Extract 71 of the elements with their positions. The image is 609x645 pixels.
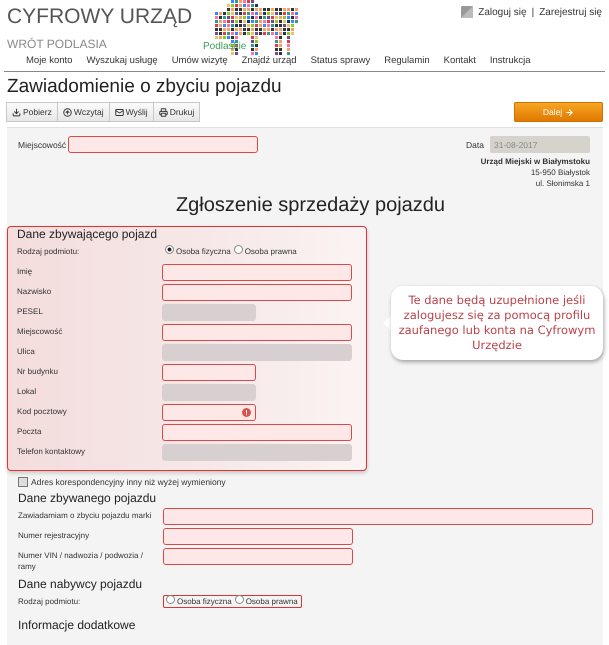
field-label: Lokal: [17, 386, 38, 398]
nav-link[interactable]: Wyszukaj usługę: [86, 55, 158, 68]
field-label: Imię: [17, 266, 34, 278]
field-label: Nr budynku: [17, 366, 59, 378]
section-title: Informacje dodatkowe: [18, 618, 136, 634]
office-address: Urząd Miejski w Białymstoku: [480, 157, 590, 166]
field-label: Rodzaj podmiotu:: [17, 246, 80, 258]
text-field[interactable]: [163, 528, 353, 545]
text-field[interactable]: [162, 424, 352, 441]
toolbar-button[interactable]: Wyślij: [108, 102, 154, 122]
field-label: Poczta: [17, 426, 42, 438]
download-icon: [12, 108, 21, 116]
nav-link[interactable]: Umów wizytę: [172, 55, 228, 68]
site-subtitle: WRÓT PODLASIA: [7, 37, 107, 51]
field-label: Kod pocztowy: [17, 406, 68, 418]
page-title: Zawiadomienie o zbyciu pojazdu: [7, 76, 283, 99]
toolbar-button[interactable]: Pobierz: [6, 102, 58, 122]
radio-button[interactable]: [165, 245, 174, 254]
text-field[interactable]: [162, 264, 352, 281]
callout-text: Te dane będą uzupełnione jeśli zalogujesz się za pomocą profilu zaufanego lub konta na Cyfrowym Urzędzie: [398, 293, 596, 353]
nav-link[interactable]: Kontakt: [444, 55, 476, 68]
register-link[interactable]: Zarejestruj się: [539, 6, 602, 18]
office-address: ul. Słonimska 1: [536, 179, 590, 188]
logo-text: Podlaskie: [203, 41, 246, 52]
text-field[interactable]: [68, 136, 258, 153]
site-title: CYFROWY URZĄD: [7, 4, 192, 30]
radio-option[interactable]: Osoba fizyczna: [165, 247, 231, 256]
toolbar-button[interactable]: Wczytaj: [56, 102, 110, 122]
field-label: Zawiadamiam o zbyciu pojazdu marki: [18, 510, 152, 522]
nav-link[interactable]: Instrukcja: [490, 55, 531, 68]
text-field[interactable]: [162, 364, 256, 381]
text-field[interactable]: [163, 548, 353, 565]
field-label: Data: [466, 140, 484, 150]
text-field[interactable]: [162, 404, 256, 421]
text-field[interactable]: [162, 324, 352, 341]
form-heading: Zgłoszenie sprzedaży pojazdu: [174, 194, 446, 218]
office-address: 15-950 Białystok: [530, 168, 590, 177]
text-field[interactable]: [163, 508, 593, 525]
radio-button[interactable]: [234, 594, 244, 604]
field-label: Miejscowość: [17, 326, 64, 338]
separator-text: |: [532, 6, 534, 18]
section-title: Dane nabywcy pojazdu: [18, 576, 144, 593]
arrow-right-icon: [565, 108, 574, 116]
nav-link[interactable]: Znajdź urząd: [242, 55, 297, 68]
field-label: PESEL: [17, 306, 44, 318]
mail-icon: [114, 108, 124, 116]
checkbox-label: Adres korespondencyjny inny niż wyżej wymieniony: [31, 477, 226, 487]
field-label: Nazwisko: [17, 286, 52, 298]
field-label: Miejscowość: [18, 140, 66, 150]
field-label: Numer VIN / nadwozia / podwozia / ramy: [18, 550, 144, 573]
radio-option[interactable]: Osoba prawna: [234, 596, 298, 606]
print-icon: [158, 108, 168, 116]
nav-link[interactable]: Moje konto: [26, 55, 72, 68]
nav-link[interactable]: Regulamin: [384, 55, 430, 68]
radio-button[interactable]: [166, 594, 175, 604]
section-title: Dane zbywającego pojazd: [17, 227, 158, 243]
radio-option[interactable]: Osoba fizyczna: [166, 596, 232, 606]
login-icon: [461, 6, 474, 18]
section-title: Dane zbywanego pojazdu: [18, 491, 158, 507]
nav-link[interactable]: Status sprawy: [310, 55, 370, 68]
checkbox[interactable]: [18, 477, 28, 487]
radio-option[interactable]: Osoba prawna: [234, 247, 297, 256]
field-label: Telefon kontaktowy: [17, 446, 86, 458]
radio-button[interactable]: [234, 245, 243, 254]
login-link[interactable]: Zaloguj się: [478, 6, 527, 18]
text-field[interactable]: [162, 284, 352, 301]
field-label: Numer rejestracyjny: [18, 530, 90, 542]
field-label: Ulica: [17, 346, 36, 358]
field-label: Rodzaj podmiotu:: [18, 596, 82, 608]
toolbar-button[interactable]: Drukuj: [152, 102, 200, 122]
upload-icon: [62, 108, 72, 116]
